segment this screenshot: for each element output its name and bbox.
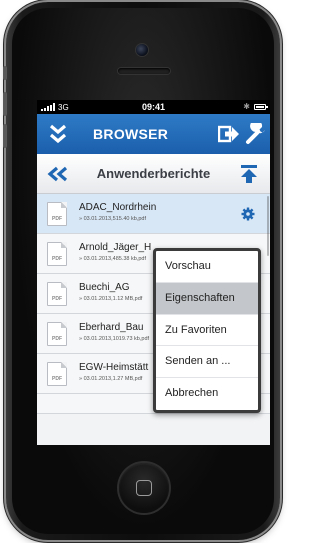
status-time: 09:41 <box>141 102 166 112</box>
app-screen: 3G 09:41 ✱ BROWSER Anwenderberichte PDF … <box>37 100 270 445</box>
mute-switch <box>3 66 7 80</box>
file-row[interactable]: PDF ADAC_Nordrhein » 03.01.2013,515.40 k… <box>37 194 270 234</box>
pdf-file-icon: PDF <box>47 322 67 346</box>
file-meta: » 03.01.2013,1.12 MB,pdf <box>79 296 143 302</box>
front-camera <box>136 44 148 56</box>
menu-item-add-favorites[interactable]: Zu Favoriten <box>156 315 258 347</box>
pdf-file-icon: PDF <box>47 282 67 306</box>
file-meta: » 03.01.2013,515.40 kb,pdf <box>79 216 146 222</box>
file-meta: » 03.01.2013,1019.73 kb,pdf <box>79 336 150 342</box>
file-name: Buechi_AG <box>79 282 130 293</box>
pdf-file-icon: PDF <box>47 362 67 386</box>
file-meta: » 03.01.2013,1.27 MB,pdf <box>79 376 143 382</box>
app-header: BROWSER <box>37 114 270 154</box>
battery-icon <box>254 104 268 110</box>
file-name: Arnold_Jäger_H <box>79 242 152 253</box>
folder-title: Anwenderberichte <box>96 166 211 181</box>
status-bar: 3G 09:41 ✱ <box>37 100 270 114</box>
wrench-icon[interactable] <box>245 123 267 145</box>
upload-icon[interactable] <box>239 164 259 184</box>
pdf-file-icon: PDF <box>47 202 67 226</box>
app-title: BROWSER <box>93 126 169 142</box>
home-button[interactable] <box>119 463 169 513</box>
menu-item-preview[interactable]: Vorschau <box>156 251 258 283</box>
volume-down-button <box>3 124 7 148</box>
file-name: EGW-Heimstätt <box>79 362 149 373</box>
menu-chevrons-icon[interactable] <box>49 124 67 144</box>
logout-icon[interactable] <box>218 125 240 143</box>
file-meta: » 03.01.2013,485.38 kb,pdf <box>79 256 146 262</box>
file-name: Eberhard_Bau <box>79 322 144 333</box>
volume-up-button <box>3 92 7 116</box>
earpiece-speaker <box>118 68 170 74</box>
file-name: ADAC_Nordrhein <box>79 202 157 213</box>
context-menu: Vorschau Eigenschaften Zu Favoriten Send… <box>153 248 261 413</box>
gear-icon[interactable] <box>241 207 255 221</box>
folder-header: Anwenderberichte <box>37 154 270 194</box>
menu-item-cancel[interactable]: Abbrechen <box>156 378 258 410</box>
home-square-icon <box>136 480 152 496</box>
bluetooth-icon: ✱ <box>243 102 250 111</box>
list-scrollbar[interactable] <box>267 196 269 256</box>
pdf-file-icon: PDF <box>47 242 67 266</box>
menu-item-properties[interactable]: Eigenschaften <box>156 282 258 315</box>
menu-item-send-to[interactable]: Senden an ... <box>156 346 258 379</box>
